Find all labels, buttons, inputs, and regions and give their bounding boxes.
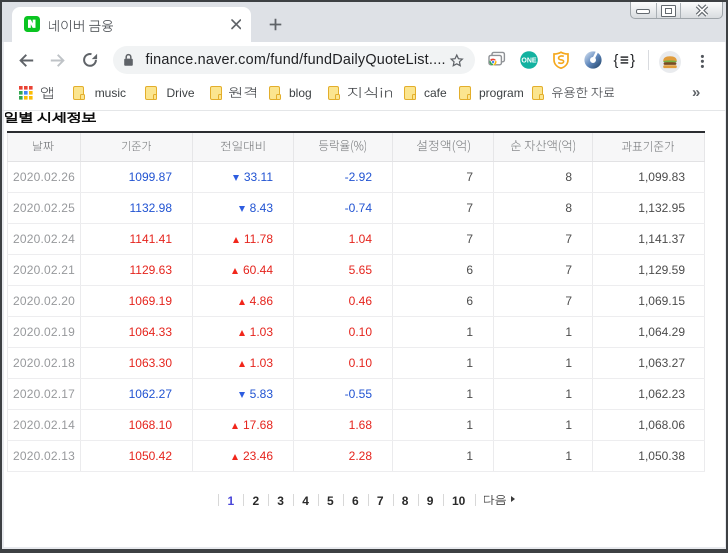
svg-text:}: }	[630, 53, 635, 68]
svg-text:{: {	[614, 53, 619, 68]
svg-text:ONE: ONE	[521, 58, 537, 65]
